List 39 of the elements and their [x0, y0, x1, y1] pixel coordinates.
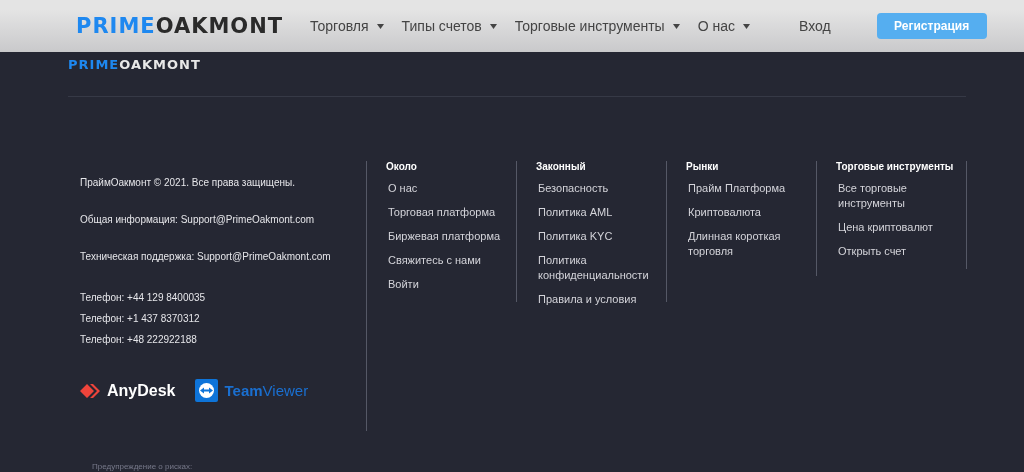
footer-column-title: Торговые инструменты [836, 161, 955, 172]
footer-link[interactable]: Политика AML [536, 205, 656, 220]
footer-link[interactable]: Открыть счет [836, 244, 956, 259]
logo-oakmont-text: OAKMONT [155, 14, 284, 38]
logo-prime-text: PRIME [76, 14, 156, 38]
footer-link[interactable]: Криптовалюта [686, 205, 806, 220]
footer-column-title: Около [386, 161, 418, 172]
logo-oakmont-text: OAKMONT [119, 57, 201, 72]
nav-menu-item[interactable]: Торговые инструменты [505, 2, 689, 50]
teamviewer-label: TeamViewer [224, 382, 309, 399]
footer-link[interactable]: Свяжитесь с нами [386, 253, 506, 268]
footer-link[interactable]: Безопасность [536, 181, 656, 196]
nav-menu-item[interactable]: Торговля [301, 2, 393, 50]
footer-column-title: Законный [536, 161, 587, 172]
footer-link[interactable]: Прайм Платформа [686, 181, 806, 196]
phone-text: Телефон: +1 437 8370312 [80, 313, 201, 324]
footer-column-title: Рынки [686, 161, 720, 172]
anydesk-label: AnyDesk [107, 381, 176, 400]
nav-menu-item[interactable]: Типы счетов [392, 2, 506, 50]
footer-info-text: ПраймОакмонт © 2021. Все права защищены. [80, 177, 296, 188]
phone-text: Телефон: +44 129 8400035 [80, 292, 207, 303]
footer-link[interactable]: Войти [386, 277, 506, 292]
footer-link[interactable]: Цена криптовалют [836, 220, 956, 235]
footer-link[interactable]: О нас [386, 181, 506, 196]
footer-link[interactable]: Длинная короткая торговля [686, 229, 806, 259]
teamviewer-logo-icon [195, 379, 219, 402]
nav-menu-item[interactable]: О нас [688, 2, 759, 50]
footer-info-text: Техническая поддержка: Support@PrimeOakmont.com [80, 251, 332, 262]
risk-warning-text: Предупреждение о рисках: [92, 462, 193, 471]
phone-text: Телефон: +48 222922188 [80, 334, 198, 345]
footer-link[interactable]: Биржевая платформа [386, 229, 506, 244]
footer-link[interactable]: Все торговые инструменты [836, 181, 956, 211]
footer-link[interactable]: Торговая платформа [386, 205, 506, 220]
footer-link[interactable]: Политика конфиденциальности [536, 253, 656, 283]
footer-link[interactable]: Правила и условия [536, 292, 656, 307]
footer-info-text: Общая информация: Support@PrimeOakmont.com [80, 214, 316, 225]
logo-prime-text: PRIME [68, 57, 120, 72]
login-link[interactable]: Вход [792, 14, 837, 38]
footer-link[interactable]: Политика KYC [536, 229, 656, 244]
